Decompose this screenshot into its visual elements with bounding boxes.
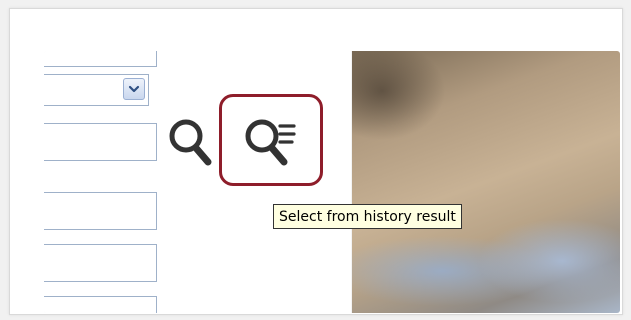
dropdown-select[interactable]	[44, 74, 149, 106]
content-panel	[44, 51, 620, 313]
dropdown-arrow-button[interactable]	[123, 78, 145, 100]
text-field-3[interactable]	[44, 192, 157, 230]
search-button[interactable]	[166, 116, 216, 173]
select-history-button[interactable]	[242, 116, 306, 173]
tooltip: Select from history result	[273, 204, 462, 229]
text-field-top[interactable]	[44, 51, 157, 67]
text-field-2[interactable]	[44, 123, 157, 161]
search-history-icon	[245, 119, 296, 166]
text-field-5[interactable]	[44, 296, 157, 313]
search-icon	[169, 119, 212, 166]
text-field-4[interactable]	[44, 244, 157, 282]
cable-photo	[352, 51, 620, 313]
chevron-down-icon	[128, 85, 140, 93]
